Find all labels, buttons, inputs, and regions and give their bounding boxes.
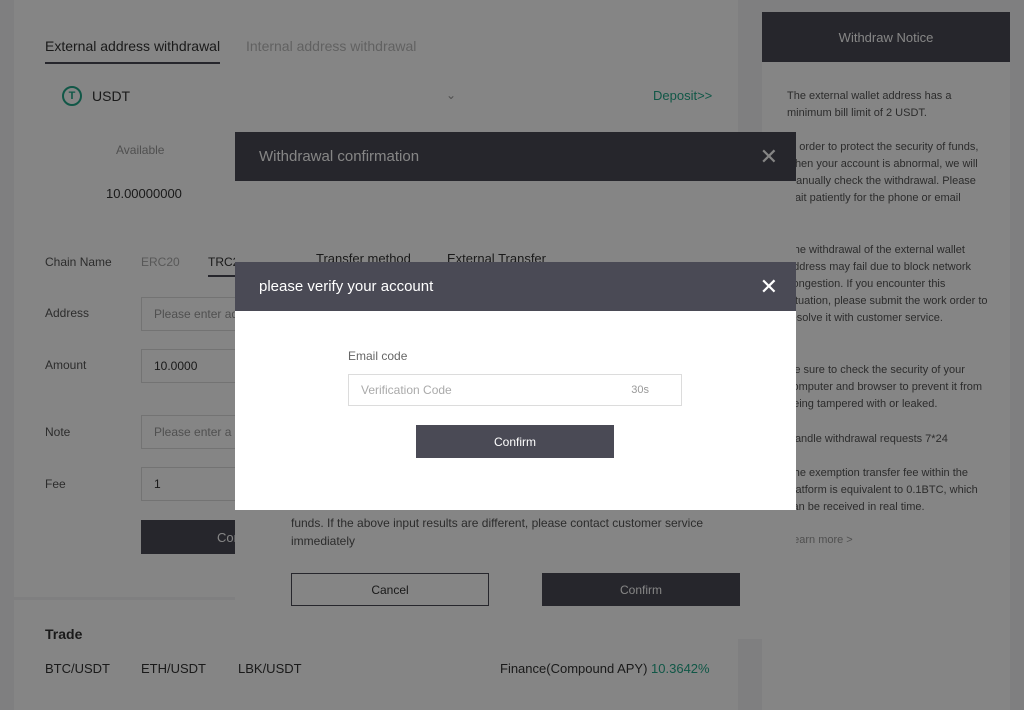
verify-account-dialog: please verify your account ✕ Email code … bbox=[235, 262, 796, 510]
confirm-button[interactable]: Confirm bbox=[416, 425, 614, 458]
email-code-label: Email code bbox=[348, 349, 408, 363]
resend-countdown[interactable]: 30s bbox=[631, 384, 649, 396]
dialog-title: please verify your account bbox=[259, 278, 434, 295]
dialog-header: please verify your account ✕ bbox=[235, 262, 796, 311]
verification-code-input[interactable] bbox=[361, 383, 601, 397]
close-icon[interactable]: ✕ bbox=[760, 275, 778, 298]
verification-code-field[interactable]: 30s bbox=[348, 374, 682, 406]
